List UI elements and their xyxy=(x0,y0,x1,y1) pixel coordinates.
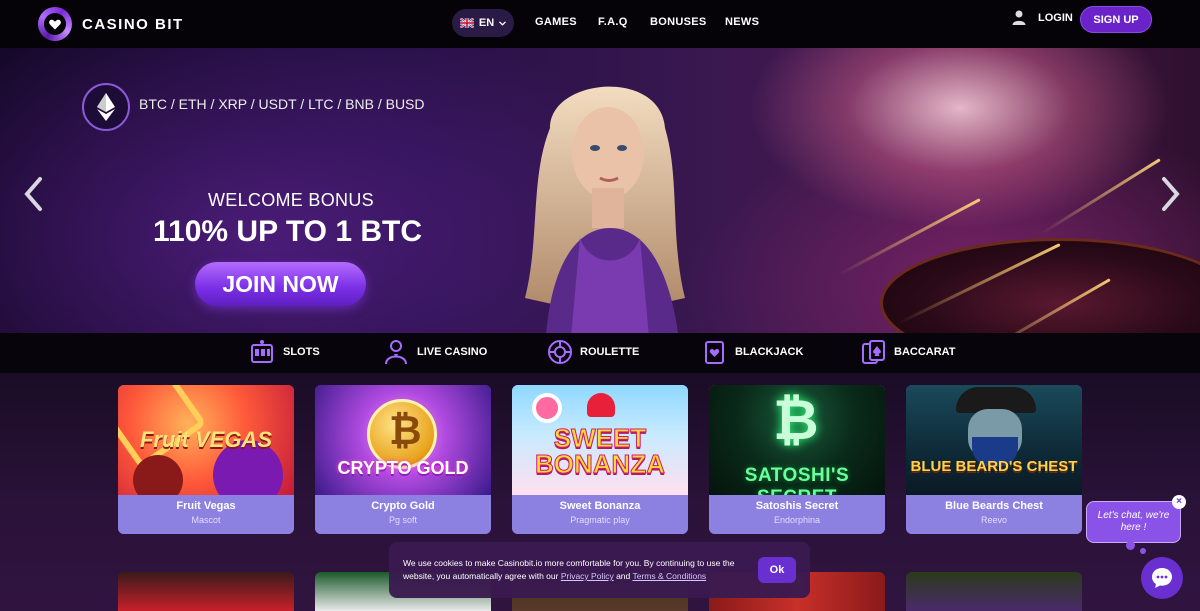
game-thumbnail: SWEET BONANZA xyxy=(512,385,688,495)
nav-faq[interactable]: F.A.Q xyxy=(598,16,628,28)
chat-close-icon[interactable]: × xyxy=(1172,495,1186,509)
category-baccarat[interactable]: BACCARAT xyxy=(861,339,956,365)
game-thumbnail-title: BLUE BEARD'S CHEST xyxy=(910,458,1078,475)
carousel-prev-arrow-icon[interactable] xyxy=(22,176,44,212)
category-label: ROULETTE xyxy=(580,346,640,358)
casino-bit-logo[interactable]: CASINO BIT xyxy=(38,7,184,41)
dealer-icon xyxy=(385,340,407,365)
chat-prompt-line2: here ! xyxy=(1120,522,1147,533)
game-name: Satoshis Secret xyxy=(755,500,839,512)
chevron-down-icon xyxy=(499,20,507,26)
cookie-message: We use cookies to make Casinobit.io more… xyxy=(403,557,753,583)
game-name: Crypto Gold xyxy=(371,500,435,512)
category-label: SLOTS xyxy=(283,346,320,358)
user-icon xyxy=(1012,10,1026,25)
nav-news[interactable]: NEWS xyxy=(725,16,759,28)
game-thumbnail: ₿ CRYPTO GOLD xyxy=(315,385,491,495)
category-slots[interactable]: SLOTS xyxy=(250,339,320,365)
roulette-icon xyxy=(548,340,572,364)
login-label: LOGIN xyxy=(1038,11,1073,24)
bonus-headline: 110% UP TO 1 BTC xyxy=(153,215,423,248)
game-name: Fruit Vegas xyxy=(176,500,236,512)
chat-bubble-tail xyxy=(1126,541,1135,550)
game-name: Blue Beards Chest xyxy=(945,500,1043,512)
cookie-banner: We use cookies to make Casinobit.io more… xyxy=(389,542,810,598)
bitcoin-symbol: ₿ xyxy=(389,409,422,453)
game-thumbnail-title: Fruit VEGAS xyxy=(139,427,272,452)
category-label: BACCARAT xyxy=(894,346,956,358)
cookie-and: and xyxy=(613,571,633,581)
game-thumbnail: BLUE BEARD'S CHEST xyxy=(906,385,1082,495)
uk-flag-icon xyxy=(459,18,474,28)
top-navbar: CASINO BIT EN GAMES F.A.Q BONUSES NEWS L… xyxy=(0,0,1200,48)
hero-model-image xyxy=(525,86,685,333)
game-thumbnail: Fruit VEGAS xyxy=(118,385,294,495)
game-provider: Mascot xyxy=(191,515,221,525)
language-selector[interactable]: EN xyxy=(452,9,514,37)
game-card-blue-beards-chest[interactable]: BLUE BEARD'S CHEST Blue Beards Chest Ree… xyxy=(906,385,1082,534)
chat-prompt-bubble[interactable]: Let's chat, we're here ! xyxy=(1086,501,1181,543)
game-card-satoshis-secret[interactable]: ₿ SATOSHI'S SECRET Satoshis Secret Endor… xyxy=(709,385,885,534)
slot-machine-icon xyxy=(251,340,273,363)
game-caption: Crypto Gold Pg soft xyxy=(315,495,491,534)
logo-text: CASINO BIT xyxy=(82,15,184,33)
heart-logo-icon xyxy=(38,7,72,41)
nav-games[interactable]: GAMES xyxy=(535,16,577,28)
game-provider: Endorphina xyxy=(773,515,821,525)
game-caption: Sweet Bonanza Pragmatic play xyxy=(512,495,688,534)
chat-bubble-tail xyxy=(1140,548,1146,554)
game-caption: Fruit Vegas Mascot xyxy=(118,495,294,534)
nav-bonuses[interactable]: BONUSES xyxy=(650,16,707,28)
join-now-button[interactable]: JOIN NOW xyxy=(195,262,366,306)
game-card-fruit-vegas[interactable]: Fruit VEGAS Fruit Vegas Mascot xyxy=(118,385,294,534)
cards-heart-icon xyxy=(705,341,724,364)
welcome-bonus-label: WELCOME BONUS xyxy=(208,190,374,210)
game-card-row2-1[interactable] xyxy=(118,572,294,611)
chat-icon xyxy=(1152,568,1172,588)
privacy-policy-link[interactable]: Privacy Policy xyxy=(561,571,614,581)
category-blackjack[interactable]: BLACKJACK xyxy=(702,339,803,365)
game-card-row2-5[interactable] xyxy=(906,572,1082,611)
game-caption: Blue Beards Chest Reevo xyxy=(906,495,1082,534)
game-provider: Pragmatic play xyxy=(570,515,630,525)
game-provider: Reevo xyxy=(980,515,1007,525)
signup-button[interactable]: SIGN UP xyxy=(1080,6,1152,33)
cookie-ok-button[interactable]: Ok xyxy=(758,557,796,583)
game-provider: Pg soft xyxy=(388,515,417,525)
language-code: EN xyxy=(478,17,495,29)
hero-banner: BTC / ETH / XRP / USDT / LTC / BNB / BUS… xyxy=(0,48,1200,333)
game-card-sweet-bonanza[interactable]: SWEET BONANZA Sweet Bonanza Pragmatic pl… xyxy=(512,385,688,534)
supported-cryptos: BTC / ETH / XRP / USDT / LTC / BNB / BUS… xyxy=(139,96,425,112)
game-thumbnail-title: CRYPTO GOLD xyxy=(337,458,469,478)
game-thumbnail-title: SWEET BONANZA xyxy=(535,423,666,479)
chat-launcher-button[interactable] xyxy=(1141,557,1183,599)
login-link[interactable]: LOGIN xyxy=(1012,10,1073,25)
category-roulette[interactable]: ROULETTE xyxy=(547,339,639,365)
category-live-casino[interactable]: LIVE CASINO xyxy=(384,339,487,365)
game-name: Sweet Bonanza xyxy=(559,500,641,512)
category-label: BLACKJACK xyxy=(735,346,804,358)
game-card-crypto-gold[interactable]: ₿ CRYPTO GOLD Crypto Gold Pg soft xyxy=(315,385,491,534)
terms-link[interactable]: Terms & Conditions xyxy=(632,571,706,581)
game-thumbnail-title: SATOSHI'S SECRET xyxy=(744,465,850,495)
game-thumbnail: ₿ SATOSHI'S SECRET xyxy=(709,385,885,495)
cards-spade-icon xyxy=(862,340,885,364)
bitcoin-symbol: ₿ xyxy=(773,388,819,451)
light-streak xyxy=(1040,158,1161,235)
game-caption: Satoshis Secret Endorphina xyxy=(709,495,885,534)
carousel-next-arrow-icon[interactable] xyxy=(1160,176,1182,212)
chat-prompt-line1: Let's chat, we're xyxy=(1097,510,1170,521)
category-bar: SLOTS LIVE CASINO ROULETTE BLACKJACK BAC… xyxy=(0,333,1200,373)
category-label: LIVE CASINO xyxy=(417,346,488,358)
ethereum-icon xyxy=(82,83,130,131)
